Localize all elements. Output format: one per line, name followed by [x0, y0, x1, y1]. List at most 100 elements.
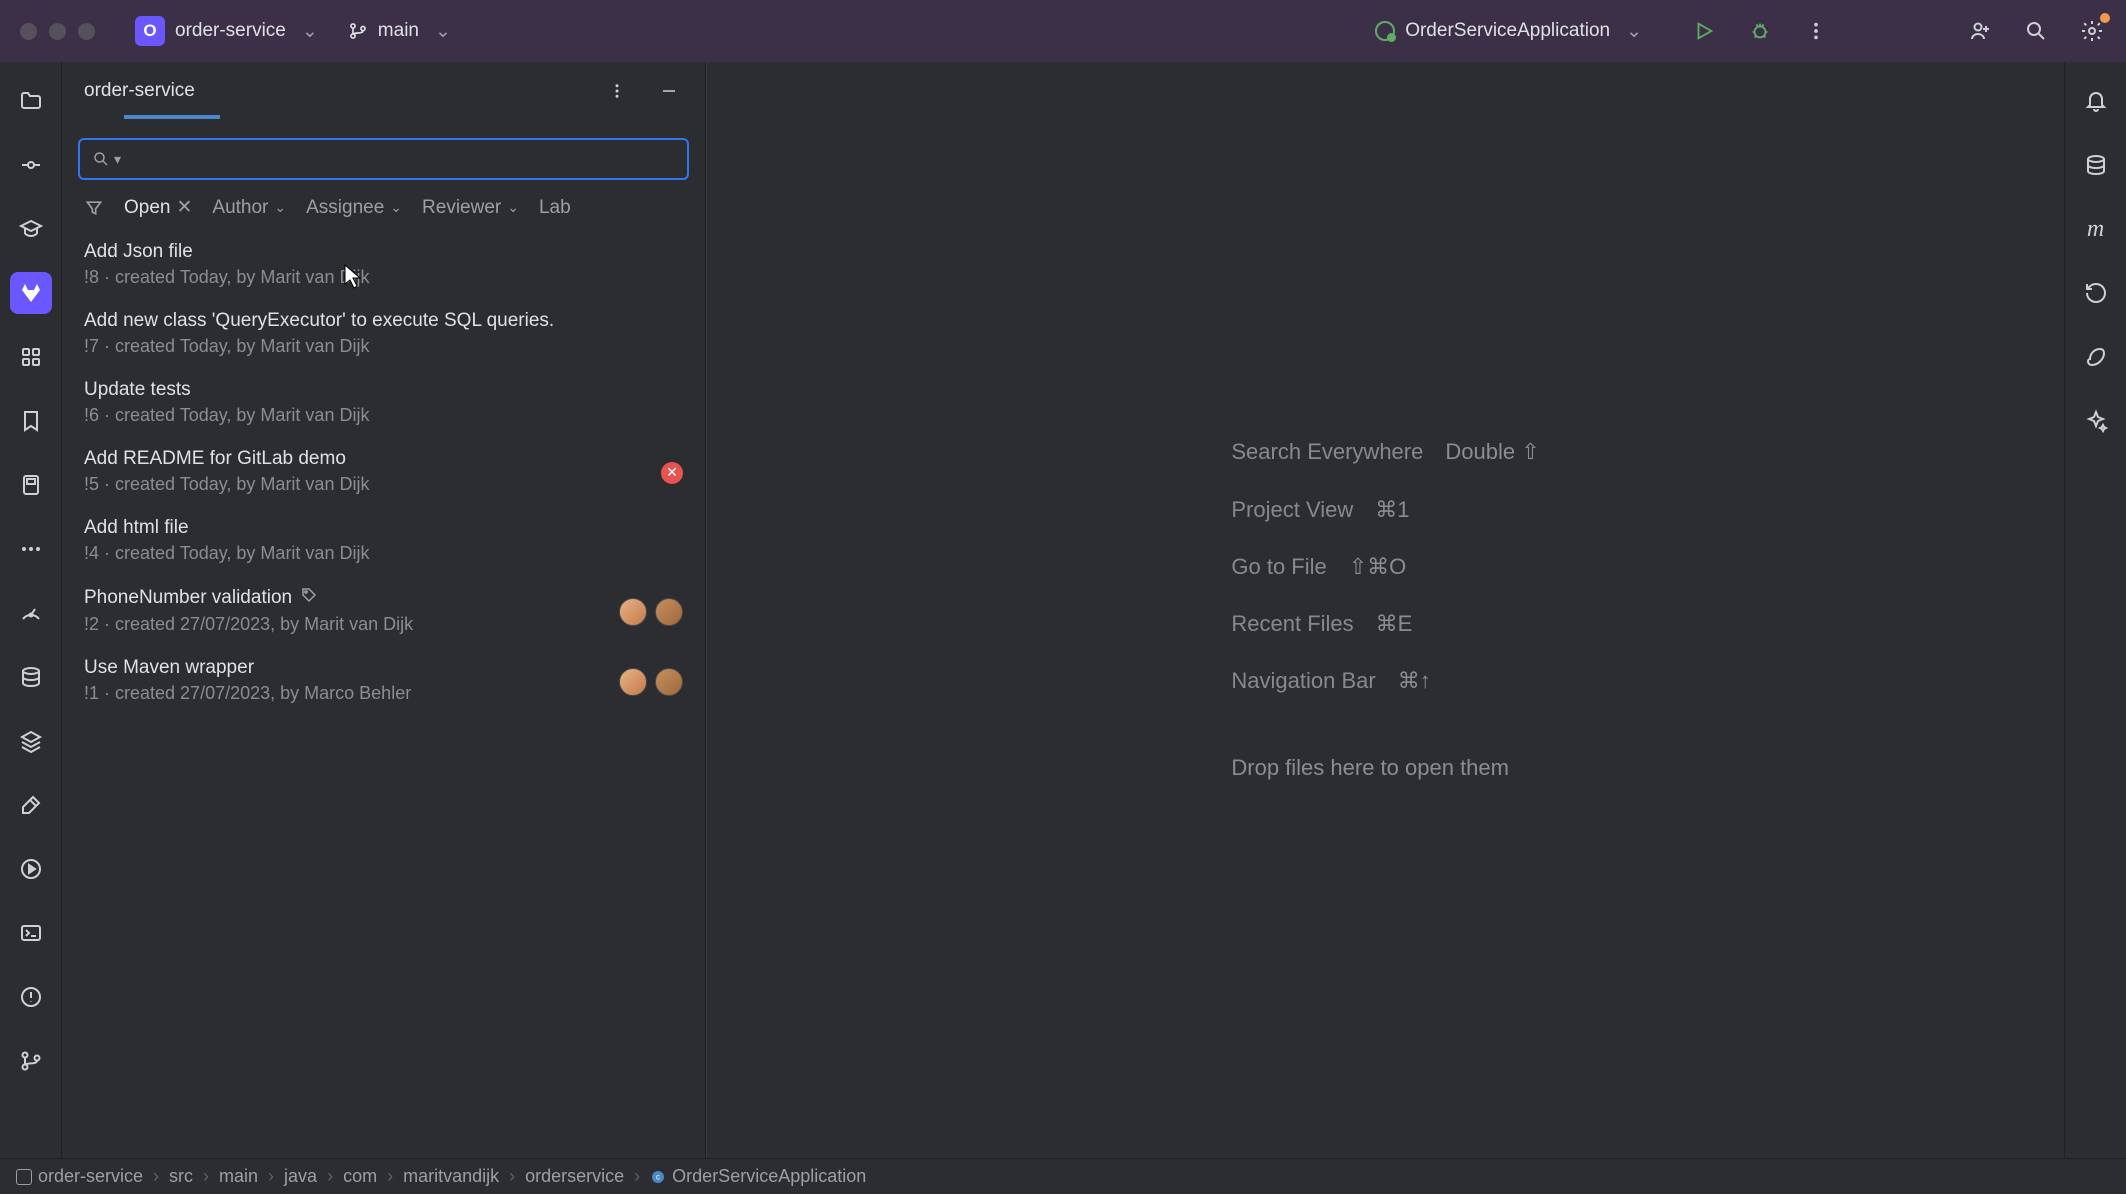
database-stack-icon: [19, 665, 43, 689]
breadcrumb-item[interactable]: order-service: [16, 1166, 143, 1187]
maximize-window[interactable]: [78, 23, 95, 40]
breadcrumb-item[interactable]: orderservice: [525, 1166, 624, 1187]
breadcrumb-item[interactable]: src: [169, 1166, 193, 1187]
branch-icon: [348, 21, 368, 41]
merge-request-meta: !2 · created 27/07/2023, by Marit van Di…: [84, 614, 683, 635]
left-tool-rail: [0, 62, 62, 1158]
commit-tool-button[interactable]: [10, 144, 52, 186]
search-box[interactable]: ▾: [78, 138, 689, 180]
layers-tool-button[interactable]: [10, 720, 52, 762]
merge-request-item[interactable]: Add html file!4 · created Today, by Mari…: [62, 507, 705, 576]
merge-request-title: PhoneNumber validation: [84, 587, 292, 609]
breadcrumb-item[interactable]: java: [284, 1166, 317, 1187]
filter-label-label: Lab: [539, 197, 571, 219]
layers-icon: [19, 729, 43, 753]
merge-request-title: Add Json file: [84, 241, 193, 263]
database-tool-button[interactable]: [10, 656, 52, 698]
merge-request-item[interactable]: Add new class 'QueryExecutor' to execute…: [62, 300, 705, 369]
gitlab-tool-button[interactable]: [10, 272, 52, 314]
breadcrumb-item[interactable]: maritvandijk: [403, 1166, 499, 1187]
settings-button[interactable]: [2078, 17, 2106, 45]
maven-tool-button[interactable]: m: [2075, 208, 2117, 250]
merge-request-meta: !4 · created Today, by Marit van Dijk: [84, 543, 683, 564]
bookmarks-tool-button[interactable]: [10, 400, 52, 442]
title-bar: O order-service ⌄ main ⌄ OrderServiceApp…: [0, 0, 2126, 62]
chevron-down-icon: ⌄: [1626, 20, 1642, 43]
build-tool-button[interactable]: [10, 784, 52, 826]
run-button[interactable]: [1690, 17, 1718, 45]
filter-reviewer[interactable]: Reviewer ⌄: [422, 197, 519, 219]
hint-project-view-label: Project View: [1231, 481, 1353, 538]
hint-navigation-bar-label: Navigation Bar: [1231, 652, 1375, 709]
structure-tool-button[interactable]: [10, 336, 52, 378]
git-branch-selector[interactable]: main ⌄: [348, 20, 451, 43]
hint-recent-files-key: ⌘E: [1376, 595, 1413, 652]
code-with-me-button[interactable]: [1966, 17, 1994, 45]
search-icon: [92, 150, 110, 168]
filter-label[interactable]: Lab: [539, 197, 571, 219]
merge-request-title: Use Maven wrapper: [84, 657, 254, 679]
project-selector[interactable]: O order-service ⌄: [135, 16, 318, 46]
gauge-icon: [19, 601, 43, 625]
more-tools-button[interactable]: [10, 528, 52, 570]
panel-tab[interactable]: order-service: [84, 80, 195, 102]
merge-request-title: Add README for GitLab demo: [84, 448, 346, 470]
breadcrumb-separator: ›: [203, 1166, 209, 1187]
coverage-tool-button[interactable]: [2075, 272, 2117, 314]
breadcrumb-separator: ›: [153, 1166, 159, 1187]
performance-tool-button[interactable]: [10, 592, 52, 634]
filter-author[interactable]: Author ⌄: [212, 197, 286, 219]
debug-button[interactable]: [1746, 17, 1774, 45]
breadcrumb-item[interactable]: main: [219, 1166, 258, 1187]
merge-request-item[interactable]: Use Maven wrapper !1 · created 27/07/2023…: [62, 647, 705, 716]
terminal-tool-button[interactable]: [10, 912, 52, 954]
terminal-icon: [19, 921, 43, 945]
search-everywhere-button[interactable]: [2022, 17, 2050, 45]
profiler-tool-button[interactable]: [2075, 336, 2117, 378]
database-right-button[interactable]: [2075, 144, 2117, 186]
hint-search-everywhere-label: Search Everywhere: [1231, 423, 1423, 480]
filter-remove-icon[interactable]: ✕: [176, 196, 192, 219]
breadcrumb-separator: ›: [509, 1166, 515, 1187]
problems-tool-button[interactable]: [10, 976, 52, 1018]
filter-state-open[interactable]: Open ✕: [124, 196, 192, 219]
filter-assignee[interactable]: Assignee ⌄: [306, 197, 402, 219]
merge-request-item[interactable]: PhoneNumber validation !2 · created 27/07…: [62, 576, 705, 647]
navigation-breadcrumb: order-service›src›main›java›com›maritvan…: [0, 1158, 2126, 1194]
search-input[interactable]: [121, 149, 675, 170]
notifications-tool-button[interactable]: [2075, 80, 2117, 122]
run-configuration-selector[interactable]: OrderServiceApplication ⌄: [1375, 20, 1642, 43]
breadcrumb-item[interactable]: cOrderServiceApplication: [650, 1166, 866, 1187]
reviewer-avatar: [619, 598, 647, 626]
merge-request-meta: !1 · created 27/07/2023, by Marco Behler: [84, 683, 683, 704]
merge-request-item[interactable]: Add Json file!8 · created Today, by Mari…: [62, 231, 705, 300]
minimize-icon: [660, 82, 678, 100]
chevron-down-icon: ⌄: [302, 20, 318, 43]
project-tool-button[interactable]: [10, 80, 52, 122]
run-tool-button[interactable]: [10, 848, 52, 890]
learn-tool-button[interactable]: [10, 208, 52, 250]
merge-request-item[interactable]: Add README for GitLab demo!5 · created T…: [62, 438, 705, 507]
panel-minimize-button[interactable]: [655, 77, 683, 105]
database-icon: [2084, 153, 2108, 177]
panel-options-button[interactable]: [603, 77, 631, 105]
chevron-down-icon: ⌄: [390, 199, 402, 216]
chevron-down-icon: ⌄: [274, 199, 286, 216]
git-tool-button[interactable]: [10, 1040, 52, 1082]
empty-state-hints: Search Everywhere Double ⇧ Project View …: [1231, 423, 1539, 796]
hint-go-to-file-label: Go to File: [1231, 538, 1326, 595]
update-badge: [2100, 13, 2110, 23]
ai-assistant-button[interactable]: [2075, 400, 2117, 442]
more-actions-button[interactable]: [1802, 17, 1830, 45]
breadcrumb-separator: ›: [634, 1166, 640, 1187]
filter-author-label: Author: [212, 197, 268, 219]
minimize-window[interactable]: [49, 23, 66, 40]
run-config-name: OrderServiceApplication: [1405, 20, 1610, 42]
commit-icon: [19, 153, 43, 177]
merge-request-item[interactable]: Update tests!6 · created Today, by Marit…: [62, 369, 705, 438]
breadcrumb-item[interactable]: com: [343, 1166, 377, 1187]
editor-empty-state[interactable]: Search Everywhere Double ⇧ Project View …: [706, 62, 2064, 1158]
pull-requests-tool-button[interactable]: [10, 464, 52, 506]
filter-reviewer-label: Reviewer: [422, 197, 501, 219]
close-window[interactable]: [20, 23, 37, 40]
